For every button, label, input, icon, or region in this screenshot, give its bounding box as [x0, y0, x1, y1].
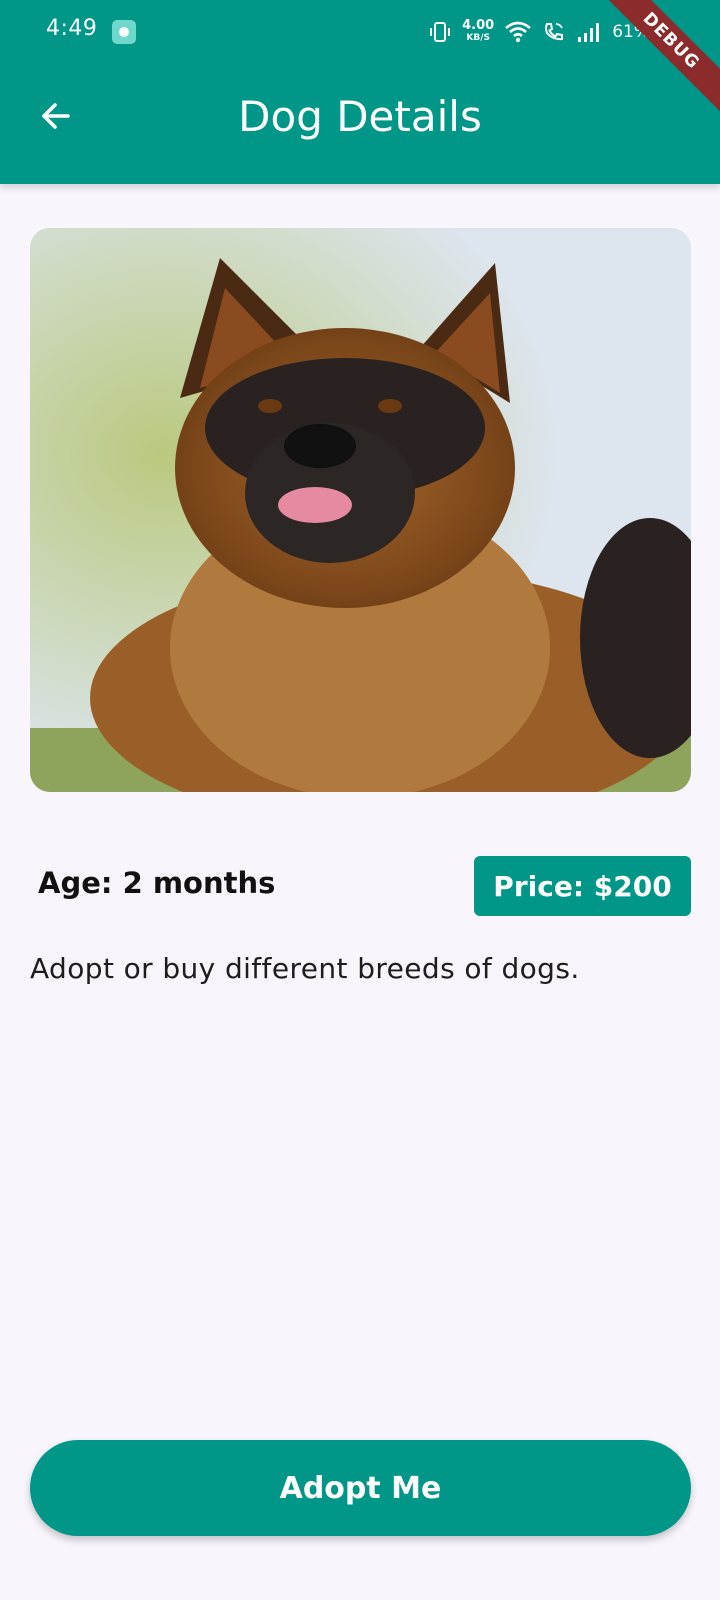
page-title: Dog Details [238, 92, 482, 141]
price-badge: Price: $200 [474, 856, 691, 916]
status-bar: 4:49 4.00 KB/S 61% [0, 0, 720, 64]
app-bar: Dog Details [0, 64, 720, 184]
status-time: 4:49 [46, 16, 98, 41]
wifi-icon [505, 21, 532, 43]
dog-description: Adopt or buy different breeds of dogs. [30, 952, 580, 985]
age-label: Age: 2 months [38, 866, 276, 900]
status-icons: 4.00 KB/S 61% [428, 16, 650, 48]
dog-image [30, 228, 691, 792]
wifi-call-icon [545, 23, 564, 41]
vibrate-icon [430, 22, 451, 42]
network-speed-unit: KB/S [466, 33, 490, 43]
top-bar: 4:49 4.00 KB/S 61% Dog Details DEBUG [0, 0, 720, 184]
network-speed: 4.00 KB/S [462, 18, 495, 44]
dog-details-screen: 4:49 4.00 KB/S 61% Dog Details DEBUG Age… [0, 0, 720, 1600]
adopt-button[interactable]: Adopt Me [30, 1440, 691, 1536]
network-speed-value: 4.00 [462, 18, 495, 33]
app-notification-icon [112, 20, 136, 44]
signal-icon [578, 23, 600, 42]
